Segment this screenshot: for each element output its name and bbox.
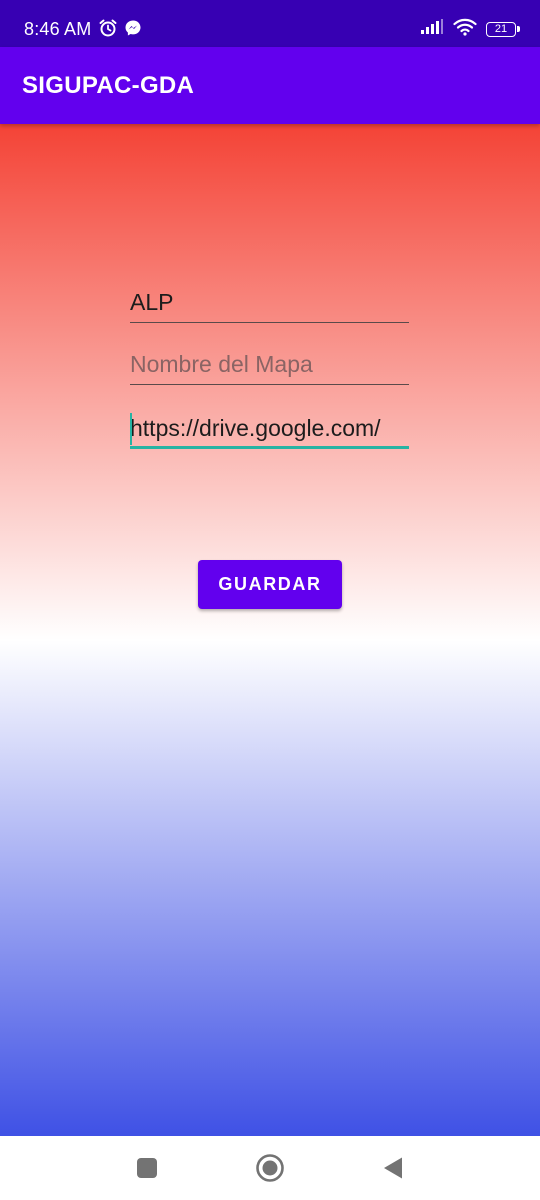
map-url-input[interactable]	[130, 409, 409, 447]
alias-field	[130, 283, 409, 323]
signal-icon	[420, 19, 444, 40]
app-screen: 8:46 AM 21 SIGUPAC-GDA ALP Nombre del Ma…	[0, 0, 540, 1200]
navigation-bar	[0, 1136, 540, 1200]
home-button[interactable]	[250, 1150, 290, 1190]
status-system-icons: 21	[420, 18, 520, 41]
home-circle-icon	[255, 1153, 285, 1188]
status-bar: 8:46 AM 21	[0, 0, 540, 47]
back-triangle-icon	[382, 1156, 404, 1185]
status-notification-icons	[98, 18, 142, 43]
map-name-input[interactable]	[130, 345, 409, 383]
alias-input[interactable]	[130, 283, 409, 321]
status-time: 8:46 AM	[24, 19, 92, 39]
text-cursor	[130, 413, 132, 445]
back-button[interactable]	[373, 1150, 413, 1190]
save-button[interactable]: GUARDAR	[198, 560, 342, 609]
main-content: GUARDAR	[0, 124, 540, 1136]
messenger-icon	[124, 19, 142, 42]
recents-button[interactable]	[127, 1150, 167, 1190]
alarm-icon	[98, 18, 118, 43]
battery-icon: 21	[486, 22, 520, 37]
map-url-field	[130, 409, 409, 449]
wifi-icon	[453, 18, 477, 41]
app-title: SIGUPAC-GDA	[22, 72, 195, 99]
recents-square-icon	[136, 1157, 158, 1184]
map-name-field	[130, 345, 409, 385]
app-toolbar: SIGUPAC-GDA	[0, 47, 540, 124]
